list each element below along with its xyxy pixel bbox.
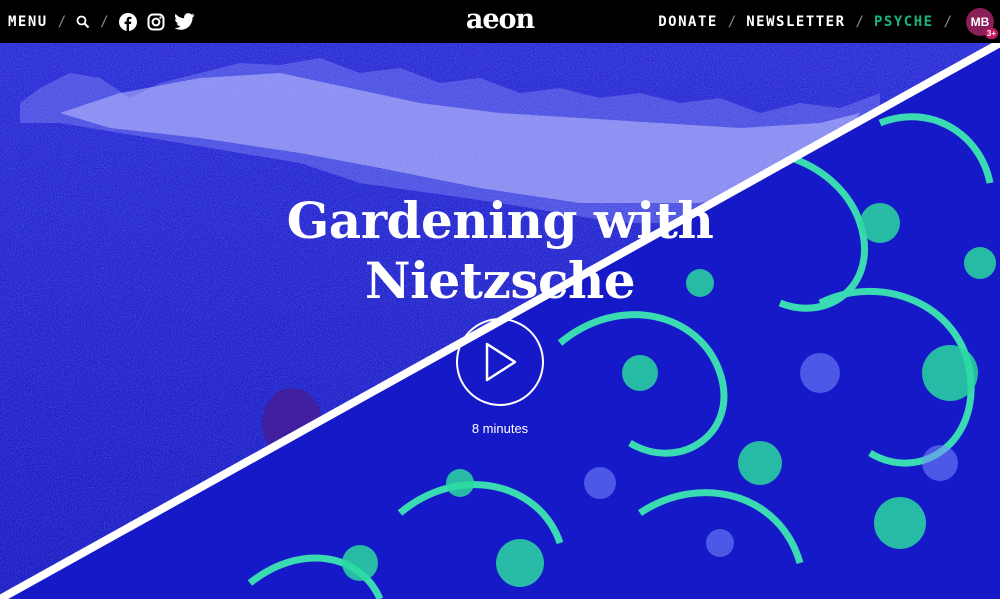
title-line-2: Nietzsche <box>364 251 636 310</box>
title-line-1: Gardening with <box>286 191 714 250</box>
psyche-link[interactable]: PSYCHE <box>874 14 934 30</box>
aeon-logo[interactable]: aeon <box>466 6 535 34</box>
nav-separator: / <box>100 13 109 30</box>
nav-separator: / <box>855 13 864 30</box>
newsletter-link[interactable]: NEWSLETTER <box>746 14 845 30</box>
instagram-icon[interactable] <box>147 13 165 31</box>
nav-right: DONATE / NEWSLETTER / PSYCHE / MB 3+ <box>658 0 998 43</box>
avatar-initials: MB <box>970 14 990 29</box>
article-title[interactable]: Gardening with Nietzsche <box>0 191 1000 311</box>
facebook-icon[interactable] <box>118 12 137 31</box>
video-duration: 8 minutes <box>471 421 529 436</box>
nav-separator: / <box>57 13 67 30</box>
nav-separator: / <box>943 13 952 30</box>
top-navigation-bar: MENU / / aeon DONATE / NEWSLETTER / PSYC… <box>0 0 1000 43</box>
menu-button[interactable]: MENU <box>8 14 48 30</box>
play-button[interactable] <box>456 318 544 406</box>
nav-left: MENU / / <box>8 0 195 43</box>
nav-separator: / <box>727 13 737 30</box>
donate-link[interactable]: DONATE <box>658 14 718 30</box>
search-icon[interactable] <box>76 15 90 29</box>
twitter-icon[interactable] <box>174 13 195 30</box>
hero-video-banner[interactable]: Gardening with Nietzsche 8 minutes <box>0 43 1000 599</box>
play-icon <box>485 342 517 382</box>
user-avatar[interactable]: MB 3+ <box>966 7 998 39</box>
notification-badge: 3+ <box>984 27 998 39</box>
